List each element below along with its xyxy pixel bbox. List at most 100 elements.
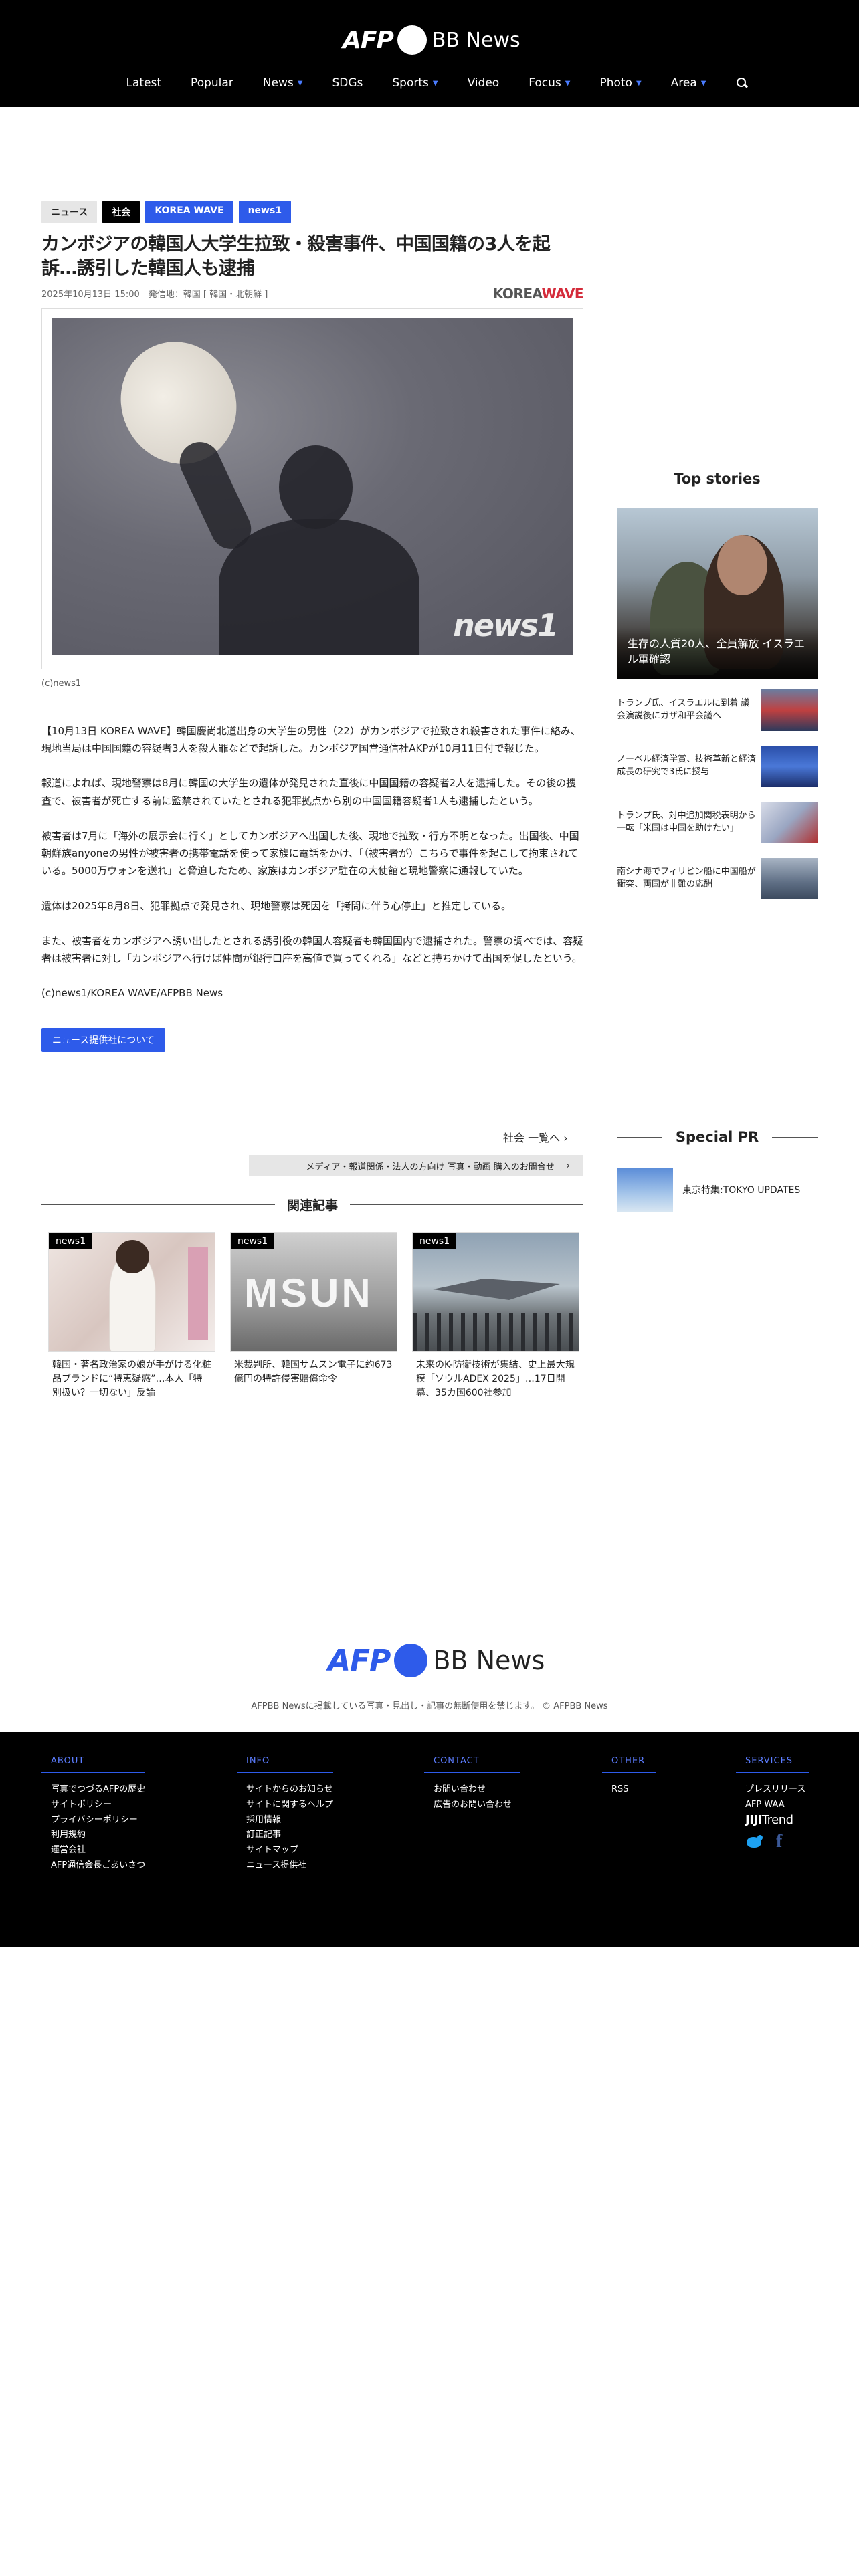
nav-item-news[interactable]: News ▼	[263, 76, 303, 90]
chevron-right-icon: ›	[563, 1132, 568, 1144]
article-photo-frame: news1	[41, 308, 583, 669]
photo-shadow-head	[279, 445, 353, 529]
story-title: トランプ氏、イスラエルに到着 議会演説後にガザ和平会議へ	[617, 698, 750, 721]
photo-plate-shape	[100, 322, 257, 484]
body-paragraph: 【10月13日 KOREA WAVE】韓国慶尚北道出身の大学生の男性（22）がカ…	[41, 724, 581, 755]
related-list: news1 韓国・著名政治家の娘が手がける化粧品ブランドに“特恵疑惑”…本人「特…	[48, 1232, 579, 1400]
body-paragraph: 報道によれば、現地警察は8月に韓国の大学生の遺体が発見された直後に中国国籍の容疑…	[41, 777, 577, 807]
person-head-shape	[116, 1240, 149, 1273]
nav-item-popular[interactable]: Popular	[191, 76, 233, 90]
photo-watermark: news1	[453, 607, 559, 643]
top-stories-heading: Top stories	[617, 471, 818, 487]
nav-item-sports[interactable]: Sports ▼	[392, 76, 438, 90]
footer-link[interactable]: プレスリリース	[745, 1782, 809, 1798]
top-feature-story[interactable]: 生存の人質20人、全員解放 イスラエル軍確認	[617, 508, 818, 679]
logo-dot-icon	[397, 25, 427, 55]
nav-label: Latest	[126, 76, 162, 90]
footer-link[interactable]: サイトマップ	[246, 1843, 333, 1858]
chevron-down-icon: ▼	[565, 79, 571, 87]
footer-link[interactable]: サイトからのお知らせ	[246, 1782, 333, 1798]
footer-links: お問い合わせ 広告のお問い合わせ	[424, 1782, 520, 1813]
related-title: 米裁判所、韓国サムスン電子に約673億円の特許侵害賠償命令	[234, 1360, 393, 1384]
footer-link[interactable]: AFP WAA	[745, 1798, 809, 1813]
meta-row: 2025年10月13日 15:00 発信地：韓国 [ 韓国・北朝鮮 ] KORE…	[41, 285, 584, 302]
related-thumb: news1	[48, 1232, 215, 1352]
story-item[interactable]: ノーベル経済学賞、技術革新と経済成長の研究で3氏に授与	[617, 746, 818, 787]
logo-afp-text: AFP	[343, 26, 394, 54]
related-card[interactable]: MSUN news1 米裁判所、韓国サムスン電子に約673億円の特許侵害賠償命令	[230, 1232, 397, 1400]
footer-col-info: INFO サイトからのお知らせ サイトに関するヘルプ 採用情報 訂正記事 サイト…	[237, 1756, 334, 1874]
footer-link[interactable]: サイトポリシー	[51, 1798, 145, 1813]
korea-wave-logo[interactable]: KOREAWAVE	[493, 285, 584, 302]
related-card[interactable]: news1 未来のK-防衛技術が集結、史上最大規模「ソウルADEX 2025」……	[412, 1232, 579, 1400]
footer-link[interactable]: サイトに関するヘルプ	[246, 1798, 333, 1813]
article-photo[interactable]: news1	[52, 318, 573, 655]
media-inquiry-bar[interactable]: メディア・報道関係・法人の方向け 写真・動画 購入のお問合せ ›	[249, 1155, 583, 1176]
jiji-trend-link[interactable]: JIJITrend	[745, 1813, 809, 1827]
pr-item[interactable]: 東京特集:TOKYO UPDATES	[617, 1168, 818, 1212]
footer-link[interactable]: 広告のお問い合わせ	[434, 1798, 520, 1813]
korea-wave-logo-b: WAVE	[541, 285, 584, 302]
story-thumb	[761, 858, 818, 899]
footer-link[interactable]: ニュース提供社	[246, 1858, 333, 1874]
photo-caption: (c)news1	[41, 678, 82, 689]
body-credit: (c)news1/KOREA WAVE/AFPBB News	[41, 987, 223, 1000]
body-paragraph: また、被害者をカンボジアへ誘い出したとされる誘引役の韓国人容疑者も韓国国内で逮捕…	[41, 934, 583, 965]
footer-col-services: SERVICES プレスリリース AFP WAA JIJITrend f	[736, 1756, 809, 1852]
provider-info-button[interactable]: ニュース提供社について	[41, 1027, 165, 1052]
more-link-label: 社会 一覧へ	[503, 1132, 561, 1144]
tag-news1[interactable]: news1	[238, 201, 292, 223]
nav-label: Area	[670, 76, 697, 90]
nav-item-focus[interactable]: Focus ▼	[529, 76, 570, 90]
photo-shadow-body	[219, 518, 419, 655]
footer-logo-dot-icon	[394, 1644, 428, 1677]
footer-col-title: ABOUT	[41, 1756, 146, 1773]
nav-item-sdgs[interactable]: SDGs	[332, 76, 363, 90]
nav-item-latest[interactable]: Latest	[126, 76, 162, 90]
footer-link[interactable]: お問い合わせ	[434, 1782, 520, 1798]
footer-link[interactable]: 写真でつづるAFPの歴史	[51, 1782, 145, 1798]
related-thumb: MSUN news1	[230, 1232, 397, 1352]
tag-list: ニュース 社会 KOREA WAVE news1	[41, 201, 583, 223]
nav-label: SDGs	[332, 76, 363, 90]
footer-logo-afp: AFP	[328, 1643, 391, 1678]
story-thumb	[761, 689, 818, 731]
tag-news[interactable]: ニュース	[41, 201, 98, 223]
story-title: 南シナ海でフィリピン船に中国船が衝突、両国が非難の応酬	[617, 867, 756, 889]
footer-link[interactable]: 運営会社	[51, 1843, 145, 1858]
nav-item-area[interactable]: Area ▼	[671, 76, 706, 90]
footer-col-about: ABOUT 写真でつづるAFPの歴史 サイトポリシー プライバシーポリシー 利用…	[41, 1756, 146, 1874]
search-icon[interactable]	[736, 77, 748, 89]
footer-logo-bb: BB News	[433, 1646, 545, 1675]
signage-shape: MSUN	[244, 1271, 373, 1315]
footer-link[interactable]: AFP通信会長ごあいさつ	[51, 1858, 145, 1874]
footer-link[interactable]: プライバシーポリシー	[51, 1813, 145, 1828]
footer-link[interactable]: RSS	[611, 1782, 656, 1798]
story-item[interactable]: 南シナ海でフィリピン船に中国船が衝突、両国が非難の応酬	[617, 858, 818, 899]
top-feature-title: 生存の人質20人、全員解放 イスラエル軍確認	[617, 627, 818, 679]
footer-col-title: OTHER	[602, 1756, 656, 1773]
story-thumb	[761, 802, 818, 843]
footer-link[interactable]: 利用規約	[51, 1828, 145, 1843]
nav-item-video[interactable]: Video	[468, 76, 500, 90]
tag-korea-wave[interactable]: KOREA WAVE	[145, 201, 233, 223]
footer-link[interactable]: 訂正記事	[246, 1828, 333, 1843]
twitter-icon[interactable]	[745, 1834, 764, 1850]
person-face-shape	[717, 535, 767, 595]
chevron-down-icon: ▼	[636, 79, 642, 87]
footer-logo[interactable]: AFP BB News	[328, 1642, 545, 1679]
divider	[617, 1136, 662, 1138]
social-links: f	[745, 1831, 809, 1852]
related-card[interactable]: news1 韓国・著名政治家の娘が手がける化粧品ブランドに“特恵疑惑”…本人「特…	[48, 1232, 215, 1400]
divider	[41, 1204, 275, 1205]
afpbb-logo[interactable]: AFP BB News	[343, 24, 520, 56]
facebook-icon[interactable]: f	[776, 1831, 782, 1852]
footer-link[interactable]: 採用情報	[246, 1813, 333, 1828]
chevron-down-icon: ▼	[432, 79, 438, 87]
media-inquiry-label: メディア・報道関係・法人の方向け 写真・動画 購入のお問合せ	[306, 1162, 555, 1172]
story-item[interactable]: トランプ氏、イスラエルに到着 議会演説後にガザ和平会議へ	[617, 689, 818, 731]
tag-society[interactable]: 社会	[102, 201, 140, 223]
footer-links: サイトからのお知らせ サイトに関するヘルプ 採用情報 訂正記事 サイトマップ ニ…	[237, 1782, 333, 1874]
nav-item-photo[interactable]: Photo ▼	[599, 76, 641, 90]
story-item[interactable]: トランプ氏、対中追加関税表明から一転「米国は中国を助けたい」	[617, 802, 818, 843]
